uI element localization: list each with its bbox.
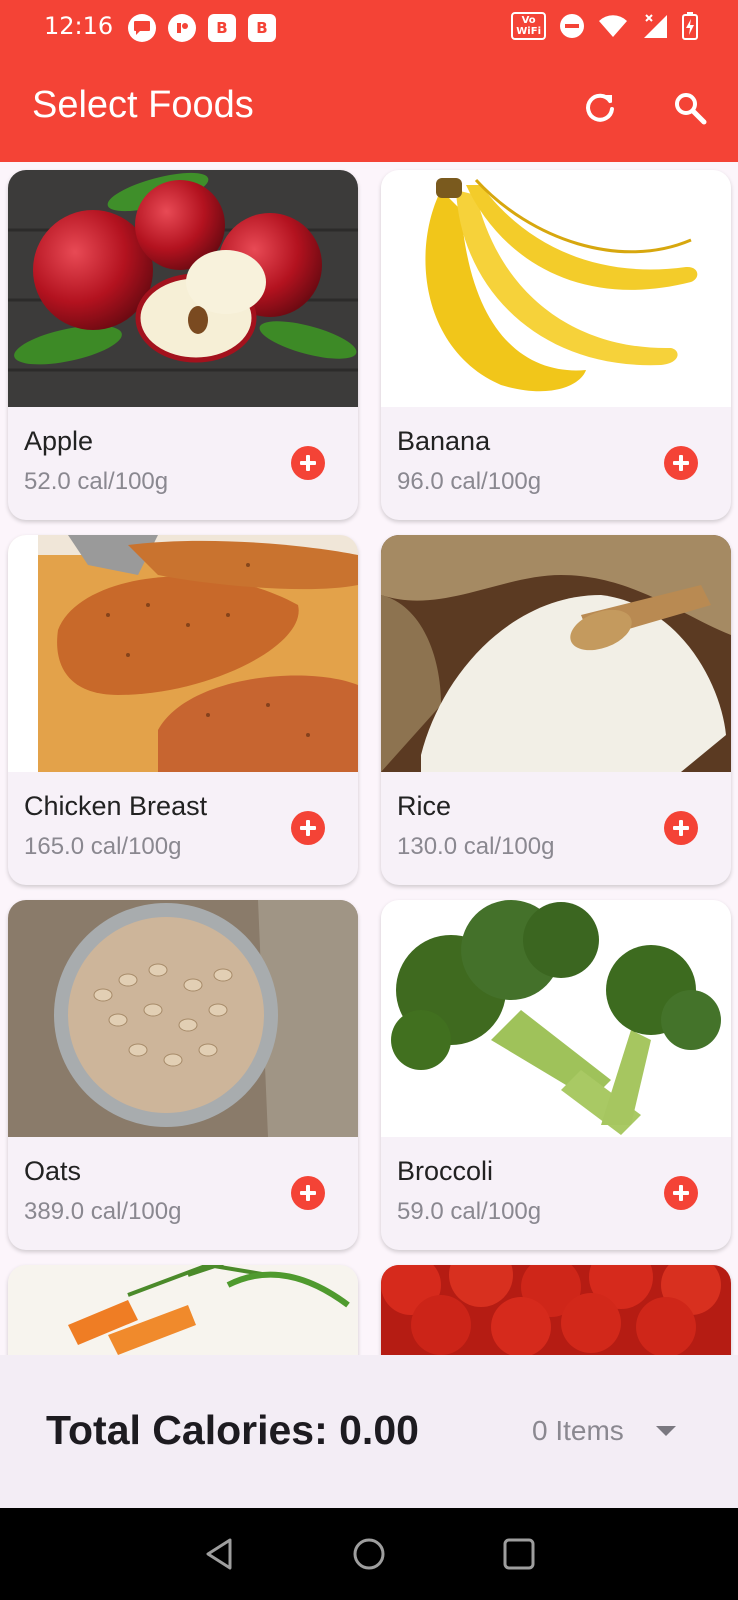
app-icon [168, 14, 196, 42]
add-food-button[interactable] [291, 811, 325, 845]
banana-image [381, 170, 731, 407]
food-card-chicken-breast[interactable]: Chicken Breast 165.0 cal/100g [8, 535, 358, 885]
food-card-apple[interactable]: Apple 52.0 cal/100g [8, 170, 358, 520]
food-name: Rice [397, 791, 452, 821]
food-calories: 96.0 cal/100g [397, 468, 542, 495]
add-food-button[interactable] [664, 811, 698, 845]
food-calories: 165.0 cal/100g [24, 833, 182, 860]
home-icon[interactable] [349, 1534, 389, 1574]
chevron-down-icon[interactable] [656, 1426, 676, 1436]
selected-items-dropdown[interactable]: 0 Items [532, 1415, 624, 1447]
wifi-icon [599, 15, 627, 38]
total-calories: Total Calories: 0.00 [46, 1407, 419, 1453]
food-card-partial[interactable] [381, 1265, 731, 1355]
search-button[interactable] [664, 82, 716, 134]
page-title: Select Foods [32, 84, 254, 126]
food-calories: 389.0 cal/100g [24, 1198, 182, 1225]
food-name: Banana [397, 426, 491, 456]
food-card-banana[interactable]: Banana 96.0 cal/100g [381, 170, 731, 520]
food-calories: 52.0 cal/100g [24, 468, 169, 495]
message-icon [128, 14, 156, 42]
system-navigation-bar [0, 1508, 738, 1600]
recents-icon[interactable] [499, 1534, 539, 1574]
tomato-image [381, 1265, 731, 1355]
broccoli-image [381, 900, 731, 1137]
rice-image [381, 535, 731, 772]
battery-charging-icon [682, 12, 698, 40]
add-food-button[interactable] [664, 446, 698, 480]
notification-icons: B B [128, 14, 276, 42]
do-not-disturb-icon [560, 14, 584, 38]
food-name: Chicken Breast [24, 791, 208, 821]
food-card-broccoli[interactable]: Broccoli 59.0 cal/100g [381, 900, 731, 1250]
b-icon: B [248, 14, 276, 42]
system-icons: Vo WiFi [511, 12, 698, 40]
refresh-icon [586, 93, 614, 122]
food-name: Oats [24, 1156, 82, 1186]
status-bar: 12:16 B B Vo WiFi [0, 0, 738, 54]
food-card-rice[interactable]: Rice 130.0 cal/100g [381, 535, 731, 885]
food-name: Apple [24, 426, 94, 456]
search-icon [675, 93, 707, 125]
back-icon[interactable] [200, 1534, 240, 1574]
app-bar: Select Foods [0, 54, 738, 162]
add-food-button[interactable] [664, 1176, 698, 1210]
food-calories: 130.0 cal/100g [397, 833, 555, 860]
add-food-button[interactable] [291, 446, 325, 480]
oats-image [8, 900, 358, 1137]
chicken-breast-image [8, 535, 358, 772]
food-grid[interactable]: Apple 52.0 cal/100g Banana 96.0 cal/100g [0, 162, 738, 1355]
signal-icon [644, 14, 667, 38]
refresh-button[interactable] [574, 82, 626, 134]
add-food-button[interactable] [291, 1176, 325, 1210]
food-calories: 59.0 cal/100g [397, 1198, 542, 1225]
apple-image [8, 170, 358, 407]
food-name: Broccoli [397, 1156, 494, 1186]
calorie-summary-bar: Total Calories: 0.00 0 Items [0, 1355, 738, 1508]
status-time: 12:16 [44, 12, 114, 40]
food-card-oats[interactable]: Oats 389.0 cal/100g [8, 900, 358, 1250]
food-card-partial[interactable] [8, 1265, 358, 1355]
carrot-image [8, 1265, 358, 1355]
vowifi-icon: Vo WiFi [511, 12, 546, 40]
b-icon: B [208, 14, 236, 42]
